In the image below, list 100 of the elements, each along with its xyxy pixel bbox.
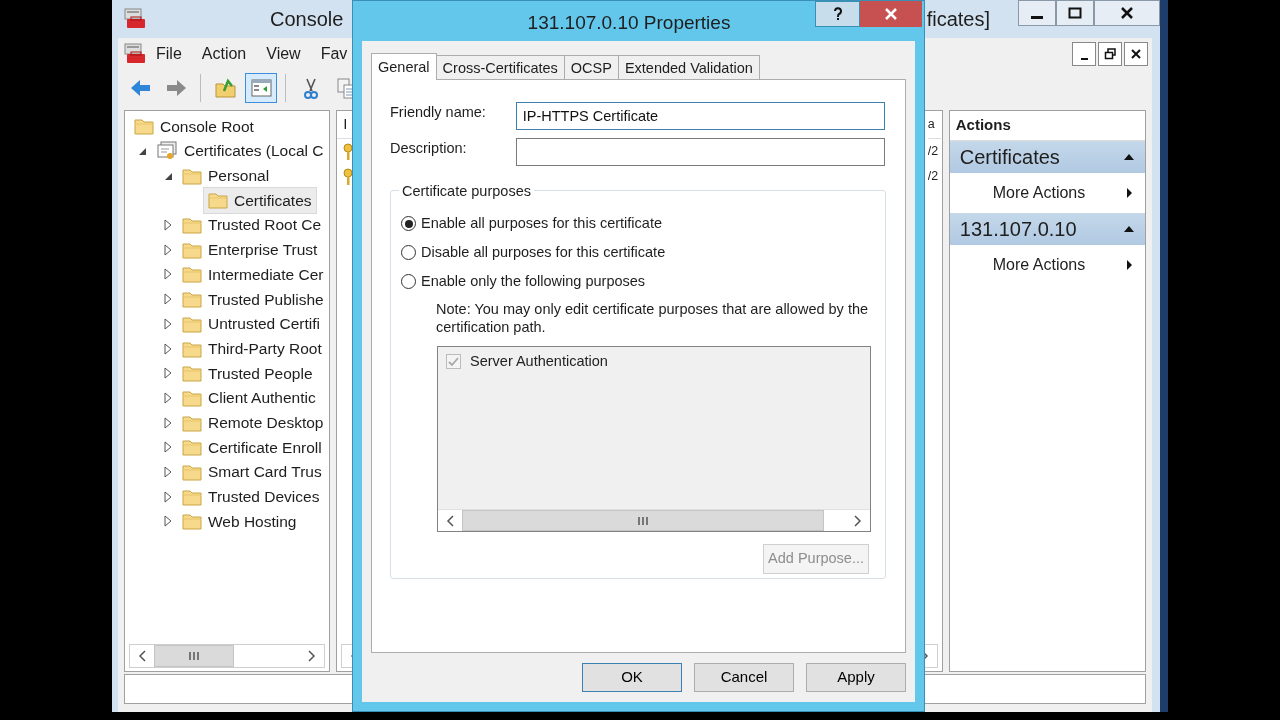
tree-item[interactable]: Console Root [129,112,259,140]
app-icon[interactable] [124,43,146,65]
column-header[interactable]: I [343,113,348,136]
folder-icon [182,216,202,235]
collapse-icon[interactable] [137,146,147,157]
folder-icon [182,487,202,506]
expand-icon[interactable] [164,465,172,478]
expand-icon[interactable] [164,441,172,454]
action-link[interactable]: More Actions [992,253,1086,277]
help-button[interactable] [815,1,860,27]
folder-icon [182,166,202,185]
folder-icon [182,265,202,284]
minimize-icon [1031,15,1043,19]
section-title: 131.107.0.10 [959,217,1077,242]
scroll-left-icon[interactable] [446,514,454,527]
scroll-right-icon[interactable] [854,514,862,527]
folder-icon [182,438,202,457]
tree-pane-button[interactable] [245,73,277,103]
table-cell-text: /2 [927,143,939,161]
collapse-icon[interactable] [1123,225,1135,233]
radio-button[interactable] [401,216,416,231]
expand-icon[interactable] [164,243,172,256]
scrollbar[interactable] [438,509,870,531]
expand-icon[interactable] [164,268,172,281]
certificate-store-icon [156,141,178,162]
tree-pane-icon [249,77,273,99]
minimize-button[interactable] [1072,42,1096,66]
help-icon [832,7,843,21]
dialog-button[interactable]: Apply [806,663,906,692]
folder-icon [134,117,154,136]
grip-icon[interactable] [188,651,200,661]
expand-icon[interactable] [164,317,172,330]
restore-button[interactable] [1098,42,1122,66]
expand-icon[interactable] [164,416,172,429]
expand-icon[interactable] [164,515,172,528]
folder-icon [182,413,202,432]
note-text: Note: You may only edit certificate purposes that are allowed by the certification path. [436,300,870,336]
folder-icon [182,462,202,481]
expand-icon[interactable] [164,391,172,404]
dialog-button[interactable]: Cancel [694,663,794,692]
folder-icon [208,191,228,210]
section-title: Certificates [959,145,1060,170]
action-link[interactable]: More Actions [992,181,1086,205]
menu-item[interactable]: File [146,40,192,68]
submenu-arrow-icon [1126,187,1133,199]
checkbox-label: Server Authentication [470,352,608,371]
scroll-right-icon[interactable] [308,650,317,662]
tree-item[interactable]: Certificates (Local C [151,137,329,165]
field-label: Friendly name: [390,103,487,122]
description-field[interactable] [515,138,885,166]
dialog-button[interactable]: OK [582,663,682,692]
table-cell-text: /2 [927,168,939,186]
tree-item[interactable]: Smart Card Trus [177,458,327,486]
restore-icon [1104,48,1116,60]
expand-icon[interactable] [164,342,172,355]
expand-icon[interactable] [164,293,172,306]
window-title: Console [270,7,344,32]
folder-icon [182,512,202,531]
folder-icon [182,314,202,333]
radio-button[interactable] [401,274,416,289]
maximize-button[interactable] [1056,0,1094,26]
maximize-icon [1068,6,1082,20]
key-icon [343,142,354,161]
up-folder-icon [213,77,237,99]
folder-icon [182,339,202,358]
name-field[interactable]: IP-HTTPS Certificate [515,102,885,130]
option-label[interactable]: Disable all purposes for this certificate [421,241,666,264]
option-label[interactable]: Enable all purposes for this certificate [421,212,662,235]
field-label: Description: [390,139,468,158]
close-icon [1130,48,1142,60]
grip-icon[interactable] [637,515,649,526]
tab[interactable]: General [371,53,437,80]
menu-item[interactable]: Action [191,40,257,68]
expand-icon[interactable] [164,367,172,380]
key-icon [343,167,354,186]
forward-icon [164,77,188,99]
scrollbar[interactable] [129,644,326,668]
minimize-button[interactable] [1018,0,1056,26]
folder-icon [182,364,202,383]
collapse-icon[interactable] [1123,153,1135,161]
scroll-left-icon[interactable] [138,650,146,662]
close-icon [1120,6,1134,20]
window-title: ficates] [926,7,990,32]
close-icon [884,7,898,21]
dialog-title: 131.107.0.10 Properties [526,11,732,35]
tree-item[interactable]: Certificates [203,186,317,215]
close-button[interactable] [1094,0,1160,26]
folder-icon [182,240,202,259]
menu-item[interactable]: View [256,40,311,68]
app-icon [124,8,146,30]
expand-icon[interactable] [164,219,172,232]
radio-button[interactable] [401,245,416,260]
folder-icon [182,388,202,407]
folder-icon [182,290,202,309]
close-button[interactable] [1124,42,1148,66]
option-label[interactable]: Enable only the following purposes [421,270,646,293]
tab[interactable]: Extended Validation [617,55,760,79]
minimize-icon [1080,58,1088,60]
expand-icon[interactable] [164,490,172,503]
column-header[interactable]: a [927,115,935,134]
